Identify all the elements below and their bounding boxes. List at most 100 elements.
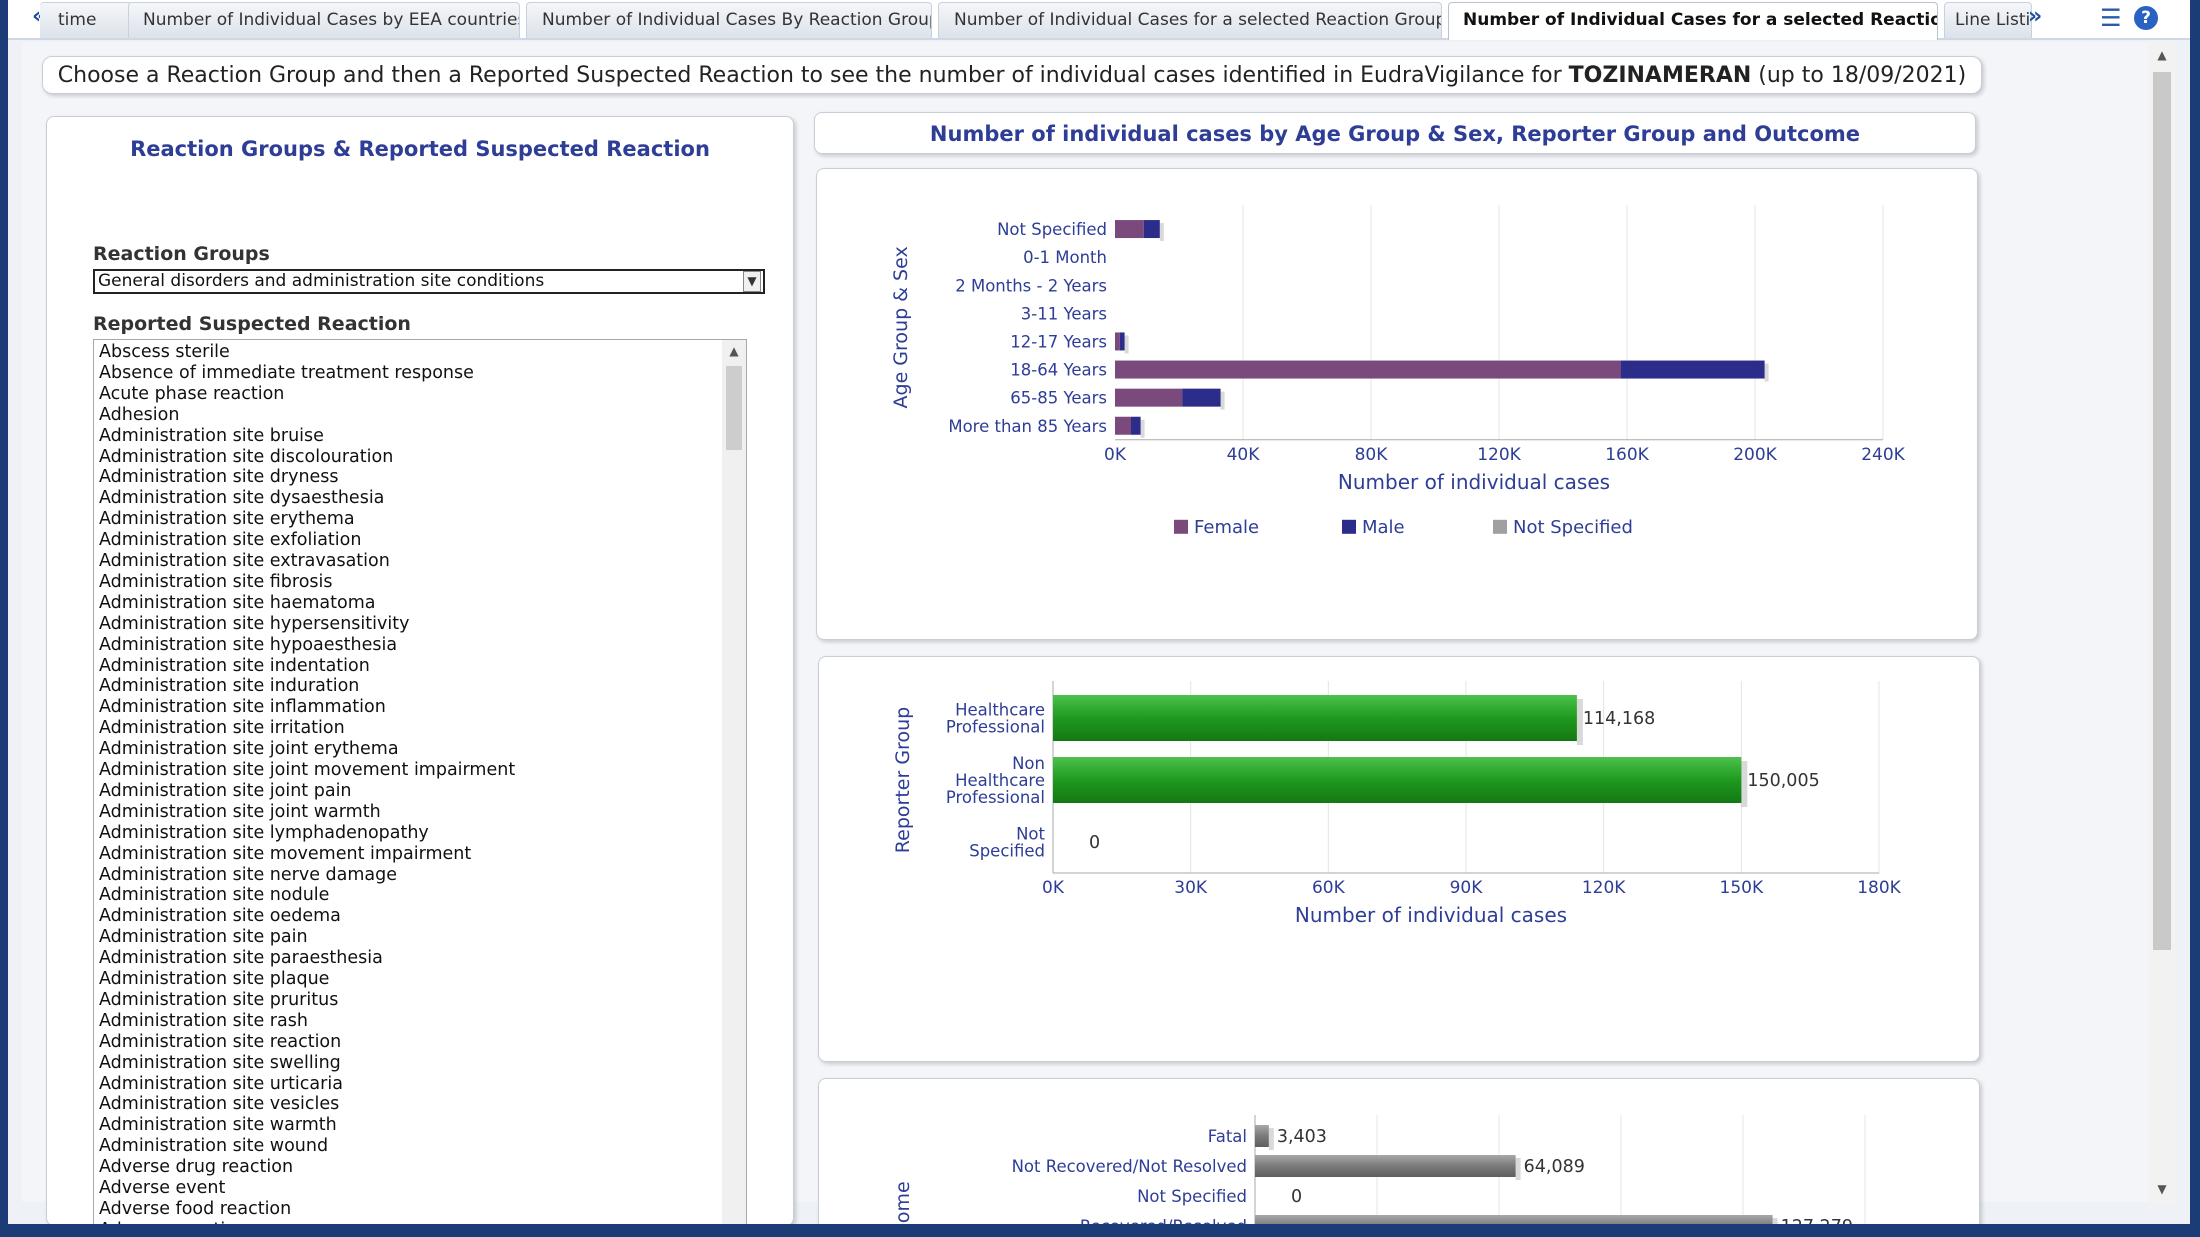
reaction-list-item[interactable]: Administration site wound bbox=[99, 1136, 328, 1157]
page-scroll-down-icon[interactable]: ▼ bbox=[2148, 1182, 2176, 1196]
legend-swatch bbox=[1342, 519, 1356, 534]
reaction-list-item[interactable]: Administration site lymphadenopathy bbox=[99, 823, 429, 844]
reporter-group-chart: 0K 30K 60K 90K 120K 150K 180KHealthcareProfess… bbox=[892, 681, 1902, 927]
scrollbar-thumb[interactable] bbox=[726, 366, 742, 450]
reaction-list-item[interactable]: Administration site joint erythema bbox=[99, 739, 399, 760]
x-tick-label: 200K bbox=[1733, 445, 1777, 465]
reaction-list-item[interactable]: Administration site movement impairment bbox=[99, 844, 471, 865]
reaction-list-item[interactable]: Abscess sterile bbox=[99, 342, 230, 363]
bar-shadow bbox=[1772, 1218, 1778, 1224]
page-scrollbar-thumb[interactable] bbox=[2153, 72, 2171, 950]
reaction-list-item[interactable]: Administration site dysaesthesia bbox=[99, 488, 384, 509]
tab-selected-reaction-group[interactable]: Number of Individual Cases for a selecte… bbox=[938, 2, 1442, 38]
reaction-panel-title: Reaction Groups & Reported Suspected Rea… bbox=[130, 137, 710, 161]
reaction-list-item[interactable]: Administration site pain bbox=[99, 927, 308, 948]
bar-shadow bbox=[1220, 391, 1225, 410]
reaction-list-item[interactable]: Administration site reaction bbox=[99, 1032, 341, 1053]
scroll-up-icon[interactable]: ▲ bbox=[722, 344, 746, 358]
reaction-list-item[interactable]: Administration site nodule bbox=[99, 885, 329, 906]
reaction-list-item[interactable]: Administration site vesicles bbox=[99, 1094, 339, 1115]
value-label: 127,279 bbox=[1781, 1217, 1853, 1224]
reaction-list-item[interactable]: Administration site pruritus bbox=[99, 990, 338, 1011]
bar-female bbox=[1115, 332, 1120, 351]
bar-female bbox=[1115, 360, 1621, 379]
tab-time[interactable]: time bbox=[40, 2, 132, 38]
reaction-list-item[interactable]: Administration site irritation bbox=[99, 718, 345, 739]
reaction-list-item[interactable]: Administration site plaque bbox=[99, 969, 329, 990]
legend-label: Male bbox=[1362, 517, 1405, 538]
help-icon[interactable]: ? bbox=[2134, 6, 2158, 30]
reaction-list-item[interactable]: Adverse food reaction bbox=[99, 1199, 291, 1220]
reaction-list-item[interactable]: Administration site swelling bbox=[99, 1053, 341, 1074]
x-tick-label: 40K bbox=[1227, 445, 1261, 465]
x-axis-title: Number of individual cases bbox=[1295, 903, 1567, 927]
reaction-list-item[interactable]: Administration site oedema bbox=[99, 906, 341, 927]
x-tick-label: 150K bbox=[1720, 878, 1764, 898]
reaction-listbox[interactable]: Abscess sterile Absence of immediate trea… bbox=[93, 339, 747, 1224]
y-axis-title: Age Group & Sex bbox=[890, 246, 912, 408]
reaction-list-item[interactable]: Acute phase reaction bbox=[99, 384, 284, 405]
reaction-list-item[interactable]: Adverse drug reaction bbox=[99, 1157, 293, 1178]
reaction-list-item[interactable]: Administration site inflammation bbox=[99, 697, 386, 718]
tab-label: Number of Individual Cases for a selecte… bbox=[1463, 10, 1938, 30]
bar-male bbox=[1182, 388, 1221, 407]
page-options-icon[interactable]: ☰ bbox=[2100, 4, 2122, 32]
legend-swatch bbox=[1174, 519, 1188, 534]
reaction-list-item[interactable]: Administration site rash bbox=[99, 1011, 308, 1032]
reaction-list-item[interactable]: Administration site exfoliation bbox=[99, 530, 361, 551]
reaction-list-item[interactable]: Administration site nerve damage bbox=[99, 865, 397, 886]
reaction-list-item[interactable]: Adhesion bbox=[99, 405, 179, 426]
y-category-label: Specified bbox=[969, 842, 1045, 861]
reaction-list-item[interactable]: Administration site joint movement impai… bbox=[99, 760, 515, 781]
age-sex-chart: 0K 40K 80K 120K 160K 200K 240K Not Specified 0-1… bbox=[890, 205, 1906, 538]
reaction-list-item[interactable]: Administration site indentation bbox=[99, 656, 370, 677]
reaction-list-item[interactable]: Administration site warmth bbox=[99, 1115, 337, 1136]
reaction-group-dropdown[interactable]: General disorders and administration sit… bbox=[93, 269, 765, 294]
legend-swatch bbox=[1493, 519, 1507, 534]
tab-selected-reaction[interactable]: Number of Individual Cases for a selecte… bbox=[1448, 2, 1938, 40]
reaction-list-item[interactable]: Administration site hypoaesthesia bbox=[99, 635, 397, 656]
tab-reaction-groups[interactable]: Number of Individual Cases By Reaction G… bbox=[526, 2, 932, 38]
reaction-list-item[interactable]: Administration site bruise bbox=[99, 426, 324, 447]
bar-outcome bbox=[1255, 1215, 1773, 1224]
page-scroll-up-icon[interactable]: ▲ bbox=[2148, 48, 2176, 62]
page-vertical-scrollbar[interactable]: ▲ ▼ bbox=[2148, 42, 2176, 1204]
reaction-list-item[interactable]: Administration site discolouration bbox=[99, 447, 393, 468]
chevron-down-icon[interactable]: ▼ bbox=[743, 271, 761, 292]
charts-header-panel: Number of individual cases by Age Group … bbox=[814, 112, 1976, 154]
reaction-list-item[interactable]: Administration site urticaria bbox=[99, 1074, 343, 1095]
reaction-list-item[interactable]: Administration site joint pain bbox=[99, 781, 352, 802]
tab-line-listing[interactable]: Line Listi bbox=[1944, 2, 2032, 38]
reaction-list-item[interactable]: Administration site dryness bbox=[99, 467, 339, 488]
value-label: 3,403 bbox=[1277, 1127, 1327, 1147]
reaction-list-item[interactable]: Administration site joint warmth bbox=[99, 802, 381, 823]
reaction-list-item[interactable]: Administration site fibrosis bbox=[99, 572, 333, 593]
reaction-list-item[interactable]: Administration site haematoma bbox=[99, 593, 375, 614]
reaction-list-item[interactable]: Absence of immediate treatment response bbox=[99, 363, 474, 384]
x-tick-label: 0K bbox=[1104, 445, 1127, 465]
bar-outcome bbox=[1255, 1155, 1516, 1177]
value-label: 64,089 bbox=[1524, 1157, 1585, 1177]
listbox-scrollbar[interactable]: ▲ bbox=[722, 340, 746, 1224]
reaction-list-item[interactable]: Adverse event bbox=[99, 1178, 225, 1199]
y-category-label: Recovered/Resolved bbox=[1080, 1217, 1247, 1224]
x-tick-label: 0K bbox=[1042, 878, 1065, 898]
value-label: 114,168 bbox=[1583, 709, 1655, 729]
tab-eea-countries[interactable]: Number of Individual Cases by EEA countr… bbox=[128, 2, 520, 38]
tab-label: Number of Individual Cases By Reaction G… bbox=[542, 10, 932, 30]
x-axis-title: Number of individual cases bbox=[1338, 470, 1610, 494]
x-tick-label: 160K bbox=[1605, 445, 1649, 465]
reaction-list-item[interactable]: Administration site extravasation bbox=[99, 551, 390, 572]
y-axis-title: tcome bbox=[892, 1181, 914, 1224]
reaction-list-item[interactable]: Administration site erythema bbox=[99, 509, 355, 530]
y-category-label: 2 Months - 2 Years bbox=[955, 276, 1107, 295]
reaction-list-item[interactable]: Administration site paraesthesia bbox=[99, 948, 383, 969]
y-category-label: Not Specified bbox=[1137, 1187, 1247, 1206]
reaction-list-item[interactable]: Administration site hypersensitivity bbox=[99, 614, 409, 635]
bar-outcome bbox=[1255, 1125, 1269, 1147]
reaction-list-item[interactable]: Administration site induration bbox=[99, 676, 359, 697]
tabs-next-arrow-icon[interactable]: » bbox=[2028, 4, 2042, 29]
x-tick-label: 30K bbox=[1174, 878, 1208, 898]
bar-shadow bbox=[1764, 363, 1769, 382]
reaction-list-item[interactable]: Adverse reaction bbox=[99, 1220, 247, 1224]
